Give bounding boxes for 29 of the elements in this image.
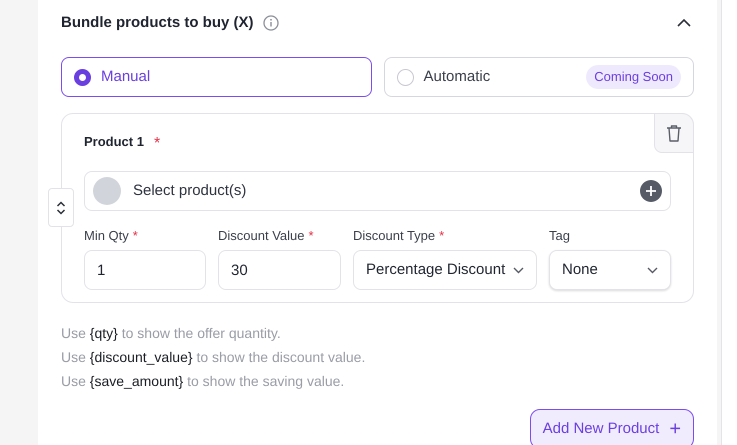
delete-button[interactable] xyxy=(654,113,694,153)
trash-icon xyxy=(666,124,682,142)
input-field[interactable]: 30 xyxy=(218,250,341,290)
product-title: Product 1 xyxy=(84,133,144,151)
sort-arrows-icon xyxy=(56,200,66,216)
mode-option[interactable]: Automatic Coming Soon xyxy=(384,57,694,97)
required-mark: * xyxy=(154,134,160,154)
field-label: Tag xyxy=(549,227,571,242)
field-label: Discount Type * xyxy=(353,227,446,242)
coming-soon-badge: Coming Soon xyxy=(586,65,682,89)
hint-text: Use {qty} to show the offer quantity. xyxy=(61,324,282,343)
hint-text: Use {save_amount} to show the saving value. xyxy=(61,372,346,391)
hint-text: Use {discount_value} to show the discount value. xyxy=(61,348,366,367)
chevron-down-icon xyxy=(647,266,658,274)
select-field[interactable]: None xyxy=(549,250,671,290)
section-title: Bundle products to buy (X) xyxy=(61,12,254,33)
product-thumbnail xyxy=(93,177,121,205)
info-icon xyxy=(262,15,278,31)
field-label: Discount Value * xyxy=(218,227,315,242)
reorder-handle[interactable] xyxy=(48,188,74,227)
select-field[interactable]: Percentage Discount xyxy=(353,250,537,290)
input-field[interactable]: 1 xyxy=(84,250,206,290)
mode-option[interactable]: Manual xyxy=(61,57,372,97)
field-label: Min Qty * xyxy=(84,227,139,242)
chevron-up-icon xyxy=(677,18,692,28)
add-icon xyxy=(640,180,662,202)
add-product-button[interactable]: Add New Product + xyxy=(530,409,694,445)
chevron-down-icon xyxy=(513,266,524,274)
product-picker[interactable]: Select product(s) xyxy=(84,171,671,211)
